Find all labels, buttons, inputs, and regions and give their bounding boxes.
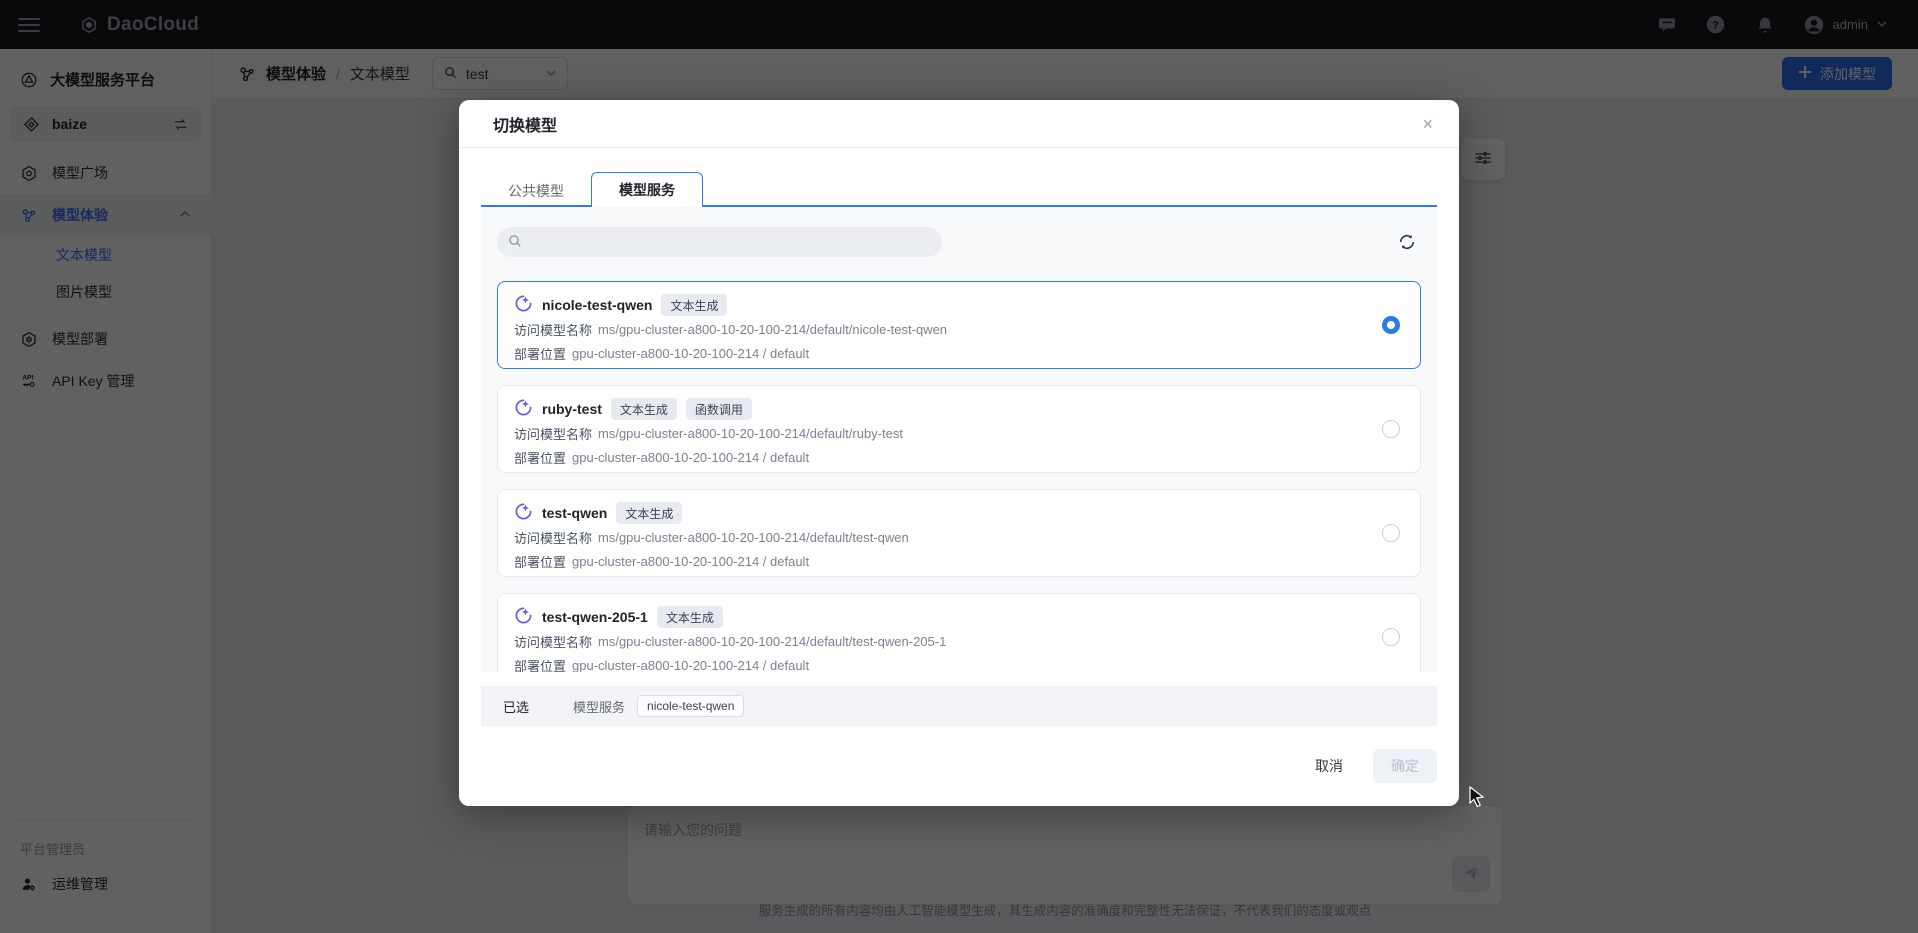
confirm-button[interactable]: 确定 (1373, 749, 1437, 783)
model-tag: 文本生成 (657, 606, 723, 628)
deploy-location-label: 部署位置 (514, 344, 566, 363)
mouse-cursor (1468, 786, 1488, 811)
dialog-footer: 取消 确定 (459, 726, 1459, 806)
tab-public-models[interactable]: 公共模型 (481, 174, 591, 207)
cancel-button[interactable]: 取消 (1315, 756, 1343, 776)
dialog-title: 切换模型 (493, 112, 557, 136)
switch-model-dialog: 切换模型 × 公共模型 模型服务 (459, 100, 1459, 806)
model-sparkle-icon (514, 502, 533, 524)
selected-summary-bar: 已选 模型服务 nicole-test-qwen (481, 686, 1437, 726)
access-name-label: 访问模型名称 (514, 528, 592, 547)
access-name-label: 访问模型名称 (514, 320, 592, 339)
model-name: test-qwen-205-1 (542, 609, 648, 625)
access-name-value: ms/gpu-cluster-a800-10-20-100-214/defaul… (598, 426, 903, 441)
model-tag: 函数调用 (686, 398, 752, 420)
access-name-value: ms/gpu-cluster-a800-10-20-100-214/defaul… (598, 634, 946, 649)
selected-type-label: 模型服务 (573, 697, 625, 716)
radio-selected[interactable] (1382, 316, 1400, 334)
model-card-test-qwen[interactable]: test-qwen 文本生成 访问模型名称 ms/gpu-cluster-a800… (497, 489, 1421, 577)
model-card-nicole-test-qwen[interactable]: nicole-test-qwen 文本生成 访问模型名称 ms/gpu-clust… (497, 281, 1421, 369)
model-card-test-qwen-205-1[interactable]: test-qwen-205-1 文本生成 访问模型名称 ms/gpu-cluste… (497, 593, 1421, 672)
access-name-value: ms/gpu-cluster-a800-10-20-100-214/defaul… (598, 530, 909, 545)
deploy-location-label: 部署位置 (514, 448, 566, 467)
deploy-location-label: 部署位置 (514, 552, 566, 571)
model-service-panel: nicole-test-qwen 文本生成 访问模型名称 ms/gpu-clust… (481, 207, 1437, 672)
search-input[interactable] (497, 227, 942, 257)
deploy-location-value: gpu-cluster-a800-10-20-100-214 / default (572, 658, 809, 673)
app-root: DaoCloud ? admin (0, 0, 1918, 933)
model-tag: 文本生成 (661, 294, 727, 316)
close-icon[interactable]: × (1422, 115, 1433, 133)
model-tag: 文本生成 (616, 502, 682, 524)
model-name: nicole-test-qwen (542, 297, 652, 313)
model-name: test-qwen (542, 505, 607, 521)
deploy-location-value: gpu-cluster-a800-10-20-100-214 / default (572, 346, 809, 361)
deploy-location-label: 部署位置 (514, 656, 566, 673)
model-sparkle-icon (514, 398, 533, 420)
access-name-value: ms/gpu-cluster-a800-10-20-100-214/defaul… (598, 322, 947, 337)
access-name-label: 访问模型名称 (514, 632, 592, 651)
model-name: ruby-test (542, 401, 602, 417)
deploy-location-value: gpu-cluster-a800-10-20-100-214 / default (572, 554, 809, 569)
model-sparkle-icon (514, 606, 533, 628)
radio-unselected[interactable] (1382, 524, 1400, 542)
dialog-tabs: 公共模型 模型服务 (481, 172, 1437, 207)
radio-unselected[interactable] (1382, 420, 1400, 438)
selected-label: 已选 (503, 697, 529, 716)
access-name-label: 访问模型名称 (514, 424, 592, 443)
dialog-header: 切换模型 × (459, 100, 1459, 148)
refresh-button[interactable] (1393, 228, 1421, 256)
model-card-ruby-test[interactable]: ruby-test 文本生成 函数调用 访问模型名称 ms/gpu-cluster… (497, 385, 1421, 473)
search-icon (507, 233, 523, 252)
tab-model-services[interactable]: 模型服务 (591, 172, 703, 207)
model-tag: 文本生成 (611, 398, 677, 420)
model-sparkle-icon (514, 294, 533, 316)
radio-unselected[interactable] (1382, 628, 1400, 646)
selected-model-chip: nicole-test-qwen (637, 695, 744, 717)
deploy-location-value: gpu-cluster-a800-10-20-100-214 / default (572, 450, 809, 465)
search-row (497, 227, 1421, 257)
